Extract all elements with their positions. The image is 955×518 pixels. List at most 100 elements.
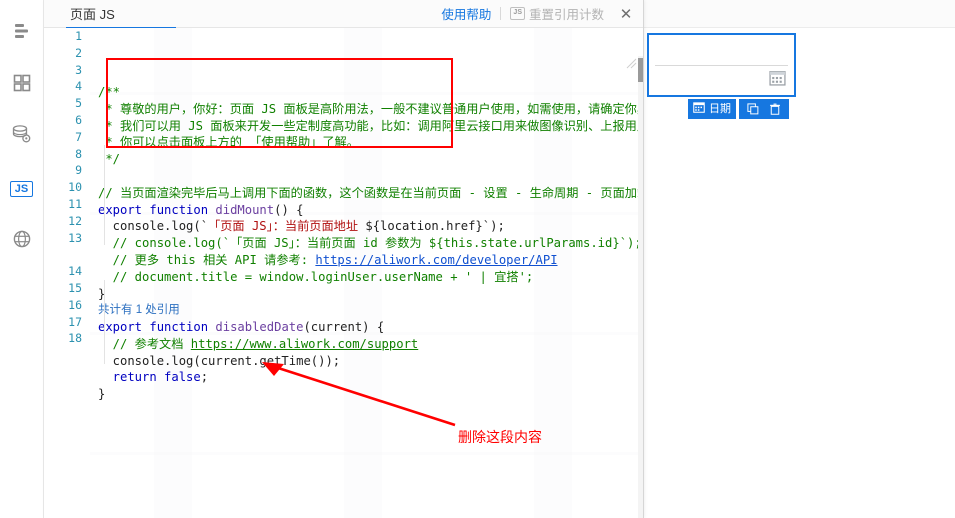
close-icon[interactable]: ✕ bbox=[613, 1, 639, 27]
code-token: // document.title = window.loginUser.use… bbox=[98, 269, 534, 284]
widget-type-chip[interactable]: 日期 bbox=[688, 99, 736, 119]
code-token: // console.log(`「页面 JS」：当前页面 id 参数为 ${th… bbox=[98, 236, 642, 251]
indent-guide bbox=[104, 145, 105, 245]
line-number: 16 bbox=[68, 297, 82, 312]
line-number: 12 bbox=[68, 213, 82, 228]
code-line[interactable]: // document.title = window.loginUser.use… bbox=[90, 269, 643, 286]
global-icon bbox=[12, 229, 32, 254]
code-token: * 你可以点击面板上方的 「使用帮助」了解。 bbox=[98, 135, 359, 150]
line-number: 1 bbox=[75, 29, 82, 43]
data-source-icon bbox=[12, 21, 32, 46]
line-number: 8 bbox=[75, 146, 82, 161]
code-token: /** bbox=[98, 85, 121, 99]
code-line[interactable]: * 尊敬的用户，你好：页面 JS 面板是高阶用法，一般不建议普通用户使用，如需使… bbox=[90, 101, 643, 118]
code-token: console.log(` bbox=[98, 219, 209, 234]
code-line[interactable]: } bbox=[90, 386, 643, 403]
code-token: export function bbox=[98, 202, 216, 217]
code-line[interactable]: export function disabledDate(current) { bbox=[90, 319, 643, 336]
code-token: ${location.href}`); bbox=[365, 219, 505, 234]
code-line[interactable]: console.log(`「页面 JS」：当前页面地址 ${location.h… bbox=[90, 218, 643, 235]
line-number: 2 bbox=[75, 45, 82, 60]
widget-toolbar-actions[interactable] bbox=[739, 99, 789, 119]
page-js-panel: 页面 JS 使用帮助 JS 重置引用计数 ✕ 1 2 3 4 5 6 7 8 9 10 11 12 13… bbox=[44, 0, 644, 518]
code-line[interactable]: * 我们可以用 JS 面板来开发一些定制度高功能，比如：调用阿里云接口用来做图像… bbox=[90, 118, 643, 135]
page-js-icon: JS bbox=[9, 180, 34, 198]
code-token: ; bbox=[200, 370, 209, 385]
code-token: * 尊敬的用户，你好：页面 JS 面板是高阶用法，一般不建议普通用户使用，如需使… bbox=[98, 101, 643, 116]
sidebar-item-database-settings[interactable] bbox=[7, 122, 37, 152]
code-line[interactable]: } bbox=[90, 286, 643, 303]
code-line[interactable]: // 参考文档 https://www.aliwork.com/support bbox=[90, 336, 643, 353]
code-token: return false bbox=[98, 370, 201, 385]
sidebar-item-data-source[interactable] bbox=[7, 18, 37, 48]
code-token: export function bbox=[98, 319, 216, 334]
code-content[interactable]: /** * 尊敬的用户，你好：页面 JS 面板是高阶用法，一般不建议普通用户使用… bbox=[90, 28, 643, 518]
widget-action-toolbar[interactable]: 日期 bbox=[688, 99, 789, 119]
code-token: // 更多 this 相关 API 请参考: bbox=[98, 252, 316, 267]
line-number: 3 bbox=[75, 62, 82, 77]
code-token: 「页面 JS」：当前页面地址 bbox=[208, 219, 366, 234]
line-number: 7 bbox=[75, 129, 82, 144]
code-link[interactable]: https://aliwork.com/developer/API bbox=[315, 253, 557, 267]
code-token: didMount bbox=[215, 202, 275, 217]
editor-vertical-scrollbar[interactable] bbox=[638, 56, 643, 518]
panel-resize-grip[interactable] bbox=[626, 58, 638, 70]
database-settings-icon bbox=[11, 124, 32, 150]
date-field-widget-selected[interactable] bbox=[647, 33, 796, 97]
tab-label: 页面 JS bbox=[70, 7, 115, 22]
code-token: (current) { bbox=[303, 319, 385, 334]
widget-type-label: 日期 bbox=[709, 102, 731, 115]
help-link[interactable]: 使用帮助 bbox=[432, 4, 500, 23]
line-number-blank bbox=[44, 246, 90, 263]
code-editor[interactable]: 1 2 3 4 5 6 7 8 9 10 11 12 13 14 15 16 17 18 /** * 尊敬的用户… bbox=[44, 28, 643, 518]
left-icon-rail[interactable]: JS bbox=[0, 0, 44, 518]
calendar-icon bbox=[693, 100, 705, 118]
components-icon bbox=[12, 73, 32, 98]
code-token: // 参考文档 bbox=[98, 336, 191, 351]
line-number: 15 bbox=[68, 280, 82, 295]
line-number: 11 bbox=[68, 196, 82, 211]
copy-icon[interactable] bbox=[744, 99, 762, 119]
sidebar-item-page-js[interactable]: JS bbox=[7, 174, 37, 204]
code-token: // 当页面渲染完毕后马上调用下面的函数，这个函数是在当前页面 - 设置 - 生… bbox=[98, 185, 643, 200]
line-number: 13 bbox=[68, 230, 82, 245]
code-line[interactable]: */ bbox=[90, 151, 643, 168]
panel-header-actions: 使用帮助 JS 重置引用计数 ✕ bbox=[432, 1, 643, 27]
code-line[interactable]: /** bbox=[90, 84, 643, 101]
line-number: 6 bbox=[75, 112, 82, 127]
reset-reference-count-button[interactable]: JS 重置引用计数 bbox=[501, 4, 613, 23]
code-line[interactable]: return false; bbox=[90, 369, 643, 386]
code-line[interactable]: // 当页面渲染完毕后马上调用下面的函数，这个函数是在当前页面 - 设置 - 生… bbox=[90, 185, 643, 202]
code-lens-reference-count[interactable]: 共计有 1 处引用 bbox=[90, 302, 643, 319]
code-line[interactable]: export function didMount() { bbox=[90, 202, 643, 219]
code-line[interactable]: console.log(current.getTime()); bbox=[90, 353, 643, 370]
trash-icon[interactable] bbox=[766, 99, 784, 119]
line-number: 9 bbox=[75, 163, 82, 178]
line-number-gutter: 1 2 3 4 5 6 7 8 9 10 11 12 13 14 15 16 17 18 bbox=[44, 28, 90, 518]
line-number: 4 bbox=[75, 79, 82, 94]
code-token: console.log(current.getTime()); bbox=[98, 353, 341, 368]
line-number: 18 bbox=[68, 331, 82, 346]
code-token: () { bbox=[274, 202, 304, 217]
field-underline bbox=[655, 65, 788, 66]
tab-page-js[interactable]: 页面 JS bbox=[44, 0, 135, 28]
code-token: } bbox=[98, 387, 106, 402]
code-link[interactable]: https://www.aliwork.com/support bbox=[191, 337, 418, 351]
code-line[interactable] bbox=[90, 168, 643, 185]
code-line[interactable]: * 你可以点击面板上方的 「使用帮助」了解。 bbox=[90, 134, 643, 151]
indent-guide bbox=[104, 280, 105, 364]
line-number: 10 bbox=[68, 180, 82, 195]
js-badge-icon: JS bbox=[510, 7, 525, 20]
sidebar-item-components[interactable] bbox=[7, 70, 37, 100]
code-line[interactable]: // console.log(`「页面 JS」：当前页面 id 参数为 ${th… bbox=[90, 235, 643, 252]
sidebar-item-global[interactable] bbox=[7, 226, 37, 256]
reset-reference-count-label: 重置引用计数 bbox=[528, 8, 604, 22]
calendar-icon bbox=[769, 69, 786, 86]
line-number: 14 bbox=[68, 264, 82, 279]
app-root: 日期 JS 页面 JS 使用帮助 JS 重置引用计数 ✕ 1 2 3 4 5 6… bbox=[0, 0, 955, 518]
line-number: 5 bbox=[75, 96, 82, 111]
code-token: * 我们可以用 JS 面板来开发一些定制度高功能，比如：调用阿里云接口用来做图像… bbox=[98, 118, 643, 133]
code-token: */ bbox=[98, 152, 121, 167]
panel-header: 页面 JS 使用帮助 JS 重置引用计数 ✕ bbox=[44, 0, 643, 30]
code-line[interactable]: // 更多 this 相关 API 请参考: https://aliwork.c… bbox=[90, 252, 643, 269]
